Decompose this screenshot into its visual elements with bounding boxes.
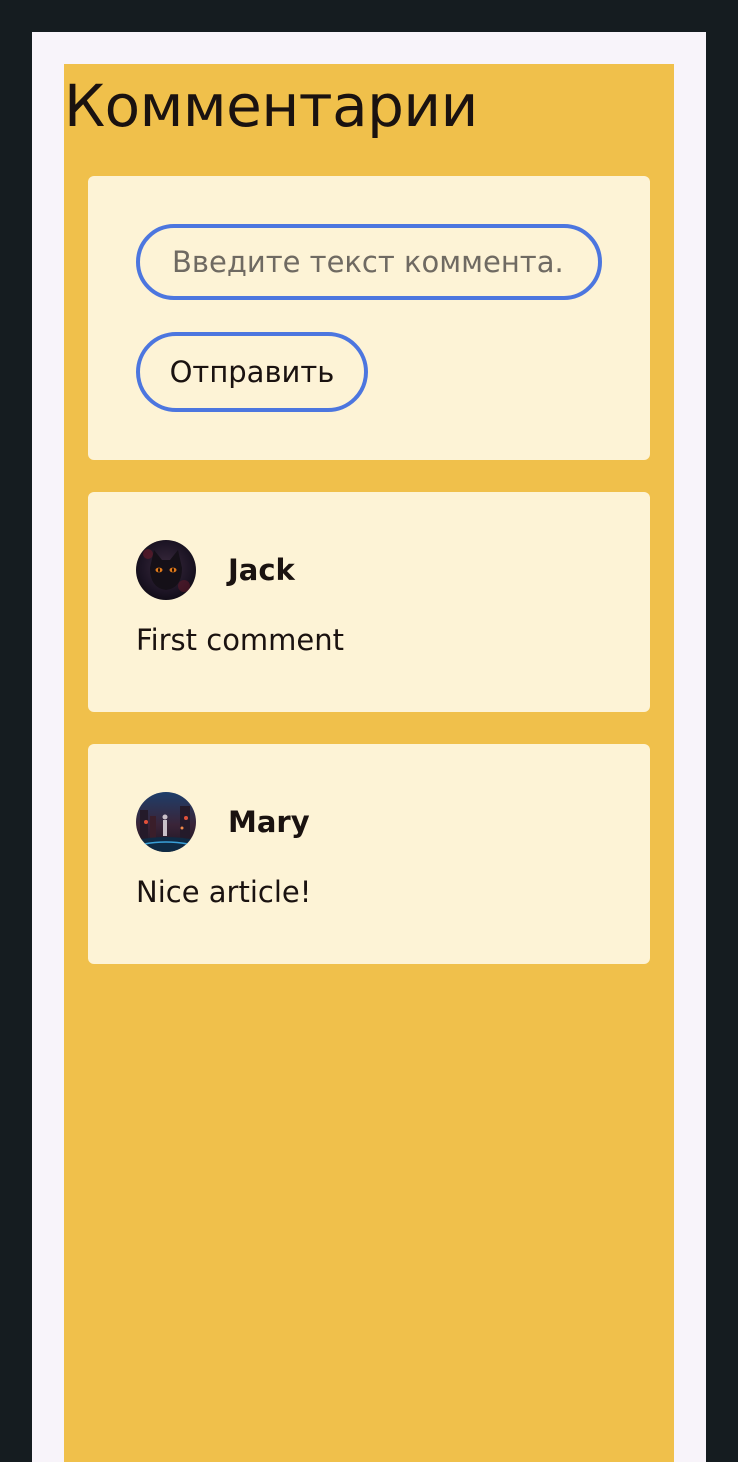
comment-author: Jack <box>228 553 295 587</box>
submit-button[interactable]: Отправить <box>136 332 368 412</box>
comments-page: Комментарии Отправить <box>64 64 674 1462</box>
comment-text: Nice article! <box>136 875 312 909</box>
comment-card: Jack First comment <box>88 492 650 712</box>
comment-card: Mary Nice article! <box>88 744 650 964</box>
comment-form: Отправить <box>88 176 650 460</box>
page-title: Комментарии <box>64 72 478 140</box>
comment-input[interactable] <box>136 224 602 300</box>
black-cat-avatar <box>136 540 196 600</box>
comment-author: Mary <box>228 805 310 839</box>
night-city-avatar <box>136 792 196 852</box>
comment-text: First comment <box>136 623 345 657</box>
app-frame: Комментарии Отправить <box>32 32 706 1462</box>
